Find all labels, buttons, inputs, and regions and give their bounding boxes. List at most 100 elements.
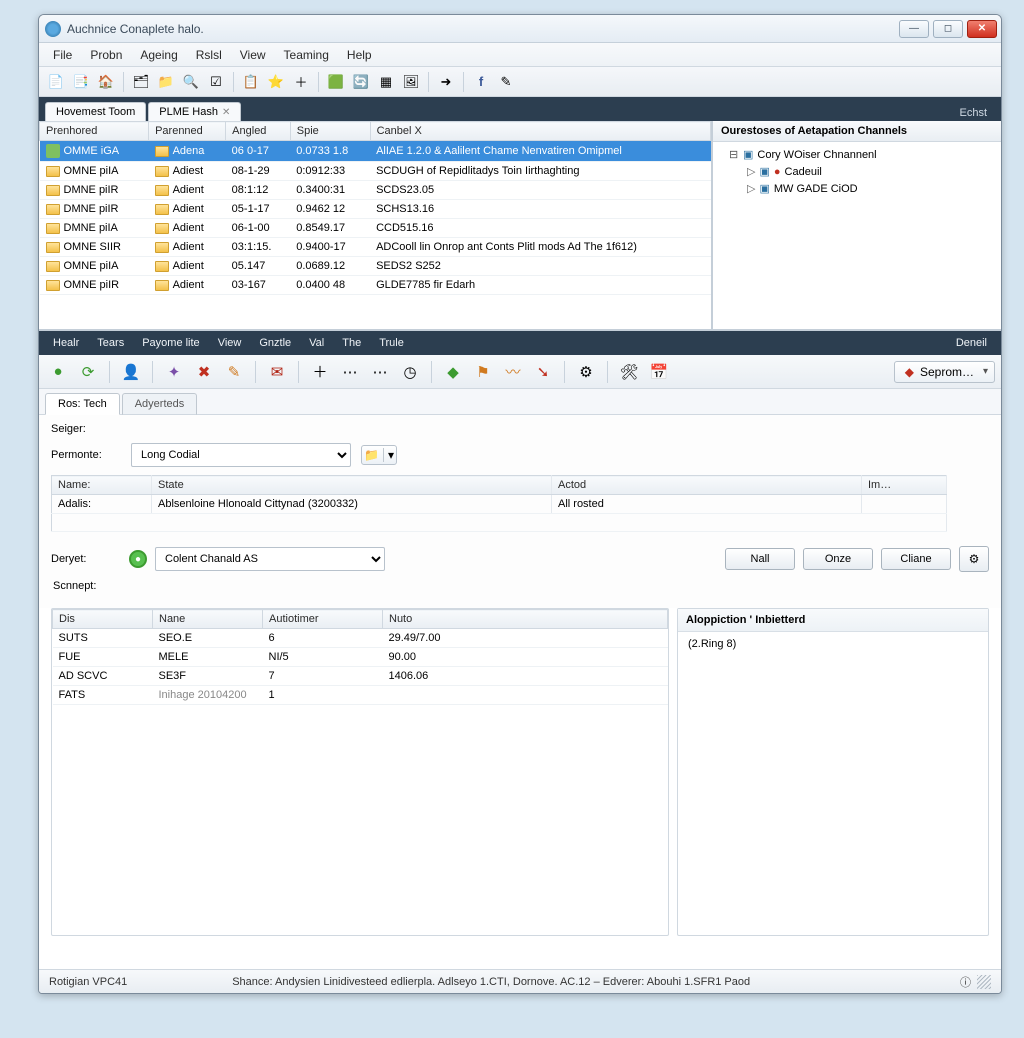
table-row[interactable]: OMNE piIAAdient05.1470.0689.12SEDS2 S252 [40,257,711,276]
menu-help[interactable]: Help [339,45,380,65]
tb2-chat-icon[interactable]: ✎ [221,359,247,385]
tb2-cal-icon[interactable]: 📅 [646,359,672,385]
menu2-val[interactable]: Val [301,334,332,352]
lower-col-header[interactable]: Nane [153,610,263,629]
tb-plus-icon[interactable]: ＋ [290,71,312,93]
col-header[interactable]: Canbel X [370,122,710,141]
tb2-tool2-icon[interactable]: 🛠 [616,359,642,385]
tb-folder-icon[interactable]: 📁 [155,71,177,93]
tb2-clock-icon[interactable]: ◷ [397,359,423,385]
tb-grid-icon[interactable]: ▦ [375,71,397,93]
tree-item[interactable]: ▷▣MW GADE CiOD [717,180,1001,197]
tb2-delete-icon[interactable]: ✖ [191,359,217,385]
menu2-the[interactable]: The [334,334,369,352]
tb2-curve-icon[interactable]: 〰 [500,359,526,385]
menu2-healr[interactable]: Healr [45,334,87,352]
deryet-select[interactable]: Colent Chanald AS [155,547,385,571]
status-info-icon[interactable]: ⓘ [960,974,971,990]
gear-button[interactable]: ⚙ [959,546,989,572]
tb2-arrow2-icon[interactable]: ➘ [530,359,556,385]
separator [607,361,608,383]
tb2-go-icon[interactable]: ● [45,359,71,385]
seprom-dropdown[interactable]: ◆Seprom… [894,361,995,383]
tb-wand-icon[interactable]: ✎ [495,71,517,93]
permonte-folder-button[interactable]: 📁▾ [361,445,397,465]
tb-arrow-icon[interactable]: ➜ [435,71,457,93]
tb2-person-icon[interactable]: 👤 [118,359,144,385]
table-row[interactable]: OMME iGAAdena06 0-170.0733 1.8AlIAE 1.2.… [40,141,711,162]
lower-row[interactable]: SUTSSEO.E629.49/7.00 [53,629,668,648]
table-row[interactable]: OMNE SIIRAdient03:1:15.0.9400-17ADCooll … [40,238,711,257]
onze-button[interactable]: Onze [803,548,873,570]
menu2-tears[interactable]: Tears [89,334,132,352]
close-button[interactable]: ✕ [967,20,997,38]
tb-check-icon[interactable]: ☑ [205,71,227,93]
lower-col-header[interactable]: Dis [53,610,153,629]
tb-image-icon[interactable]: 🖼 [400,71,422,93]
col-header[interactable]: Parenned [149,122,226,141]
table-row[interactable]: OMNE piIAAdiest08-1-290:0912:33SCDUGH of… [40,162,711,181]
tb-search-icon[interactable]: 🔍 [180,71,202,93]
table-row[interactable]: DMNE piIAAdient06-1-000.8549.17CCD515.16 [40,219,711,238]
col-header[interactable]: Angled [226,122,291,141]
tb2-refresh-icon[interactable]: ⟳ [75,359,101,385]
menu2-payome lite[interactable]: Payome lite [134,334,207,352]
main-grid[interactable]: PrenhoredParennedAngledSpieCanbel X OMME… [39,121,711,329]
maximize-button[interactable]: ◻ [933,20,963,38]
col-header[interactable]: Prenhored [40,122,149,141]
mini-col-header[interactable]: Actod [552,476,862,495]
tab-hovemest[interactable]: Hovemest Toom [45,102,146,121]
menu2-gnztle[interactable]: Gnztle [251,334,299,352]
tab-close-icon[interactable]: ✕ [222,107,230,118]
lower-col-header[interactable]: Autiotimer [263,610,383,629]
tb2-tool1-icon[interactable]: ⚙ [573,359,599,385]
tb-cube-icon[interactable]: 🟩 [325,71,347,93]
lower-row[interactable]: AD SCVCSE3F71406.06 [53,667,668,686]
menu-file[interactable]: File [45,45,80,65]
tb2-more-icon[interactable]: ⋯ [367,359,393,385]
lower-grid[interactable]: DisNaneAutiotimerNuto SUTSSEO.E629.49/7.… [51,608,669,936]
minimize-button[interactable]: — [899,20,929,38]
tb2-dots-icon[interactable]: ⋯ [337,359,363,385]
resize-grip[interactable] [977,975,991,989]
menu-ageing[interactable]: Ageing [132,45,185,65]
menu2-view[interactable]: View [210,334,250,352]
tb2-spark-icon[interactable]: ✦ [161,359,187,385]
nall-button[interactable]: Nall [725,548,795,570]
tb-refresh-icon[interactable]: 🔄 [350,71,372,93]
tb-doc-icon[interactable]: 📋 [240,71,262,93]
tb-new-icon[interactable]: 📄 [45,71,67,93]
table-row[interactable]: OMNE piIRAdient03-1670.0400 48GLDE7785 f… [40,276,711,295]
tree-item[interactable]: ▷▣●Cadeuil [717,163,1001,180]
menu-view[interactable]: View [232,45,274,65]
tab-adv[interactable]: Adyerteds [122,393,198,415]
tb-facebook-icon[interactable]: f [470,71,492,93]
tb-star-icon[interactable]: ⭐ [265,71,287,93]
table-row[interactable]: DMNE piIRAdient08:1:120.3400:31SCDS23.05 [40,181,711,200]
lower-row[interactable]: FATSInihage 201042001 [53,686,668,705]
permonte-select[interactable]: Long Codial [131,443,351,467]
lower-row[interactable]: FUEMELENI/590.00 [53,648,668,667]
tb2-box-icon[interactable]: ◆ [440,359,466,385]
mini-col-header[interactable]: State [152,476,552,495]
mini-row[interactable]: Adalis:Ablsenloine Hlonoald Cittynad (32… [52,495,947,514]
col-header[interactable]: Spie [290,122,370,141]
tb-home-icon[interactable]: 🏠 [95,71,117,93]
lower-col-header[interactable]: Nuto [383,610,668,629]
menu2-trule[interactable]: Trule [371,334,412,352]
menu-probn[interactable]: Probn [82,45,130,65]
tb-open-icon[interactable]: 📑 [70,71,92,93]
mini-col-header[interactable]: Im… [862,476,947,495]
tb2-flag-icon[interactable]: ⚑ [470,359,496,385]
cliane-button[interactable]: Cliane [881,548,951,570]
tb2-mail-icon[interactable]: ✉ [264,359,290,385]
tree-root[interactable]: ⊟▣Cory WOiser Chnannenl [717,146,1001,163]
tab-ros[interactable]: Ros: Tech [45,393,120,415]
tb2-add-icon[interactable]: ＋ [307,359,333,385]
tb-card-icon[interactable]: 🗂 [130,71,152,93]
menu-rslsl[interactable]: Rslsl [188,45,230,65]
menu-teaming[interactable]: Teaming [276,45,337,65]
mini-col-header[interactable]: Name: [52,476,152,495]
table-row[interactable]: DMNE piIRAdient05-1-170.9462 12SCHS13.16 [40,200,711,219]
tab-plme[interactable]: PLME Hash✕ [148,102,241,121]
